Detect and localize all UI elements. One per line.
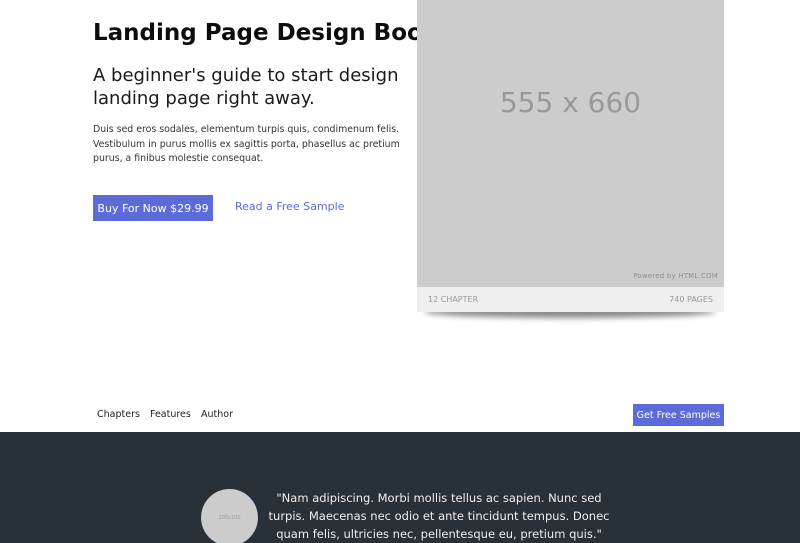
avatar-placeholder-text: 100x100 (218, 514, 241, 521)
cover-powered-by: Powered by HTML.COM (633, 272, 718, 280)
book-cover-image: 555 x 660 Powered by HTML.COM (417, 0, 724, 287)
nav-item-chapters[interactable]: Chapters (97, 409, 140, 420)
hero-description: Duis sed eros sodales, elementum turpis … (93, 124, 400, 164)
nav-item-features[interactable]: Features (150, 409, 191, 420)
buy-now-button[interactable]: Buy For Now $29.99 (93, 195, 213, 221)
cover-placeholder-text: 555 x 660 (499, 86, 642, 119)
chapter-count: 12 CHAPTER (428, 295, 479, 304)
nav-item-author[interactable]: Author (201, 409, 233, 420)
section-nav: Chapters Features Author Get Free Sample… (0, 400, 800, 432)
page-count: 740 PAGES (669, 295, 713, 304)
avatar: 100x100 (201, 489, 258, 543)
page-title: Landing Page Design Book (93, 20, 439, 46)
book-meta-bar: 12 CHAPTER 740 PAGES (417, 287, 724, 312)
testimonial-section: 100x100 "Nam adipiscing. Morbi mollis te… (0, 432, 800, 543)
testimonial-quote: "Nam adipiscing. Morbi mollis tellus ac … (268, 491, 610, 541)
get-free-samples-button[interactable]: Get Free Samples (633, 404, 724, 426)
free-sample-link[interactable]: Read a Free Sample (235, 200, 344, 213)
hero-subtitle: A beginner's guide to start design landi… (93, 65, 399, 109)
